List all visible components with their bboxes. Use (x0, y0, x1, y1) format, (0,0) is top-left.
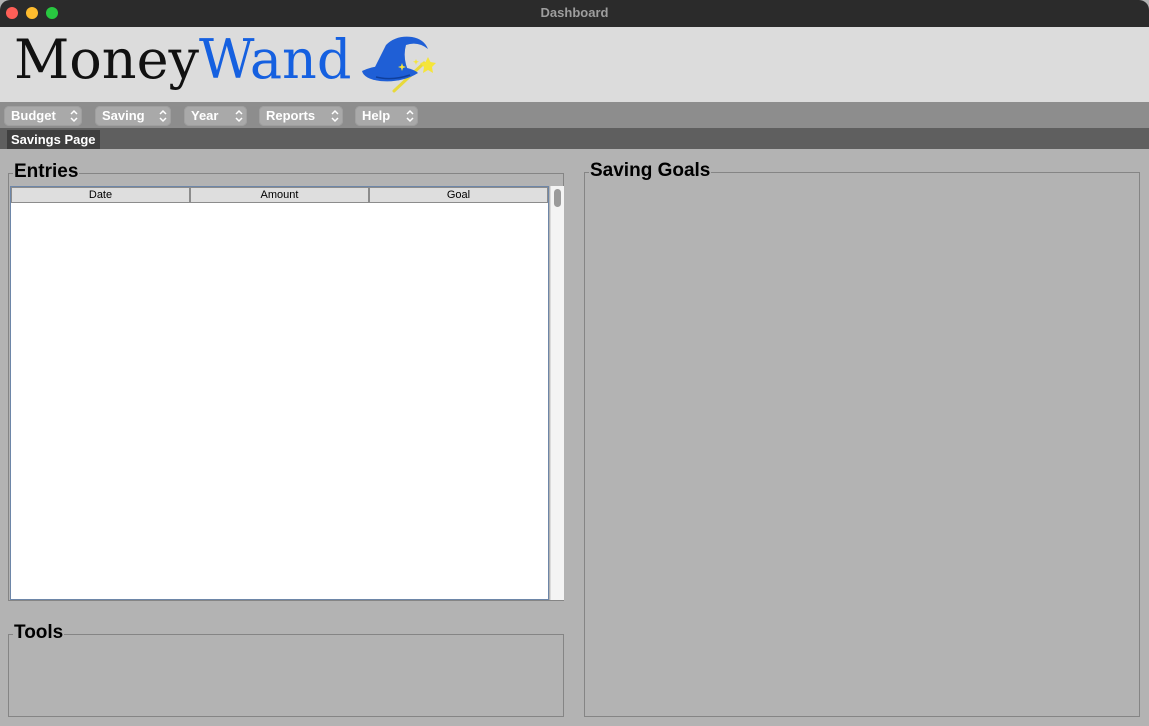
entries-scrollbar[interactable] (550, 186, 564, 600)
help-menu-label: Help (362, 108, 391, 123)
menu-bar: Budget Saving Year Reports Help (0, 102, 1149, 128)
chevron-up-down-icon (331, 109, 339, 123)
tab-strip: Savings Page (0, 128, 1149, 149)
entries-table[interactable]: Date Amount Goal (10, 186, 549, 600)
wizard-hat-wand-icon (362, 36, 436, 93)
logo-money-text: Money (14, 28, 200, 91)
year-menu[interactable]: Year (184, 106, 247, 126)
chevron-up-down-icon (406, 109, 414, 123)
help-menu[interactable]: Help (355, 106, 418, 126)
tools-group: Tools (8, 622, 564, 717)
app-header: MoneyWand (0, 27, 1149, 102)
reports-menu[interactable]: Reports (259, 106, 343, 126)
entries-table-header: Date Amount Goal (11, 187, 548, 203)
entries-title: Entries (13, 161, 80, 183)
app-logo-text: MoneyWand (14, 28, 351, 92)
column-header-amount[interactable]: Amount (190, 187, 369, 203)
window-title: Dashboard (540, 5, 609, 20)
budget-menu[interactable]: Budget (4, 106, 82, 126)
budget-menu-label: Budget (11, 108, 56, 123)
saving-goals-group: Saving Goals (584, 160, 1140, 717)
year-menu-label: Year (191, 108, 219, 123)
logo-wand-text: Wand (199, 28, 352, 91)
saving-menu[interactable]: Saving (95, 106, 171, 126)
column-header-goal[interactable]: Goal (369, 187, 548, 203)
chevron-up-down-icon (235, 109, 243, 123)
tools-title: Tools (13, 622, 65, 644)
entries-group: Entries Date Amount Goal (8, 161, 564, 601)
chevron-up-down-icon (70, 109, 78, 123)
saving-goals-title: Saving Goals (589, 160, 712, 182)
column-header-date[interactable]: Date (11, 187, 190, 203)
saving-menu-label: Saving (102, 108, 145, 123)
chevron-up-down-icon (159, 109, 167, 123)
tab-savings-page[interactable]: Savings Page (7, 130, 100, 149)
reports-menu-label: Reports (266, 108, 316, 123)
title-bar: Dashboard (0, 0, 1149, 27)
entries-scrollbar-thumb[interactable] (554, 189, 561, 207)
